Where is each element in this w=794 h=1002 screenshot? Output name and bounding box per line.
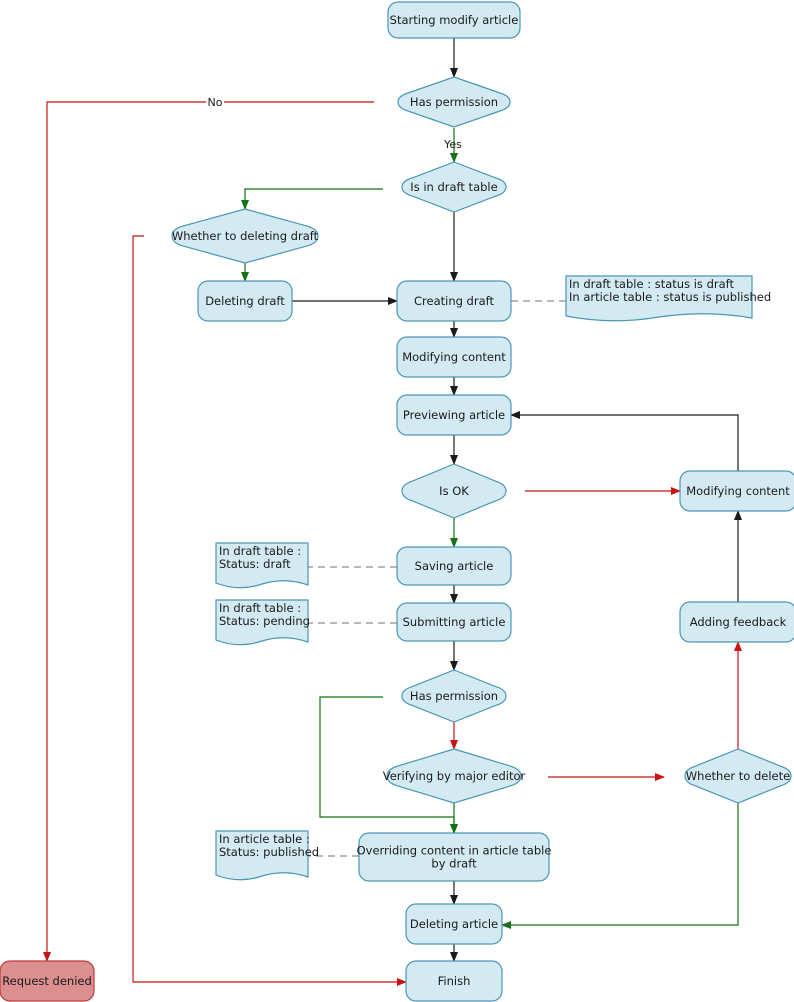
node-start[interactable]: Starting modify article	[387, 1, 521, 39]
node-preview[interactable]: Previewing article	[396, 394, 512, 436]
node-label: Modifying content	[402, 350, 506, 364]
node-label: In article table : status is published	[569, 290, 771, 304]
node-label: Starting modify article	[390, 13, 519, 27]
edge-modify2-to-preview	[510, 411, 739, 471]
edge-label-yes: Yes	[443, 138, 462, 151]
node-modify1[interactable]: Modifying content	[396, 336, 512, 378]
node-label: Status: pending	[219, 614, 310, 628]
node-label: by draft	[431, 857, 477, 871]
node-label: In draft table :	[219, 544, 301, 558]
node-label: Previewing article	[403, 408, 505, 422]
node-label: Whether to delete	[686, 769, 790, 783]
node-perm2[interactable]: Has permission	[401, 669, 507, 723]
node-label: Verifying by major editor	[383, 769, 526, 783]
node-indraft[interactable]: Is in draft table	[401, 161, 507, 213]
edge-indraft-to-whetherdel	[241, 188, 383, 210]
node-label: Overriding content in article table	[357, 844, 552, 858]
node-label: Is OK	[439, 484, 469, 498]
node-label: Request denied	[2, 974, 92, 988]
node-override[interactable]: Overriding content in article tableby dr…	[357, 832, 552, 882]
node-modify2[interactable]: Modifying content	[679, 470, 794, 512]
node-finish[interactable]: Finish	[405, 960, 503, 1002]
node-whetherdelete[interactable]: Whether to delete	[684, 748, 792, 804]
node-label: Whether to deleting draft	[172, 229, 319, 243]
flowchart: Starting modify article Has permission Is …	[0, 1, 794, 1002]
node-label: Status: draft	[219, 557, 291, 571]
node-save[interactable]: Saving article	[396, 546, 512, 586]
node-submit[interactable]: Submitting article	[396, 602, 512, 642]
node-isok[interactable]: Is OK	[401, 463, 507, 519]
node-label: Has permission	[410, 95, 498, 109]
node-whetherdel[interactable]: Whether to deleting draft	[171, 208, 319, 264]
node-feedback[interactable]: Adding feedback	[679, 601, 794, 643]
node-note2[interactable]: In draft table :Status: draft	[215, 542, 309, 589]
node-label: Deleting article	[410, 917, 498, 931]
node-perm1[interactable]: Has permission	[397, 76, 511, 128]
node-note3[interactable]: In draft table :Status: pending	[215, 599, 310, 646]
nodes-layer: Starting modify article Has permission Is …	[0, 1, 794, 1002]
node-label: In article table :	[219, 832, 310, 846]
node-verify[interactable]: Verifying by major editor	[383, 748, 526, 804]
node-label: Finish	[438, 974, 471, 988]
edge-label-no: No	[208, 96, 223, 109]
node-note4[interactable]: In article table :Status: published	[215, 830, 319, 881]
node-delarticle[interactable]: Deleting article	[405, 903, 503, 945]
node-label: Creating draft	[414, 294, 494, 308]
node-label: Submitting article	[403, 615, 506, 629]
node-label: Modifying content	[686, 484, 790, 498]
node-label: Is in draft table	[410, 180, 497, 194]
node-label: Status: published	[219, 845, 319, 859]
node-label: Adding feedback	[690, 615, 787, 629]
node-note1[interactable]: In draft table : status is draftIn artic…	[565, 275, 771, 322]
node-label: In draft table : status is draft	[569, 277, 734, 291]
node-createdraft[interactable]: Creating draft	[396, 280, 512, 322]
node-label: Saving article	[415, 559, 494, 573]
node-denied[interactable]: Request denied	[0, 960, 95, 1002]
node-label: Deleting draft	[205, 294, 285, 308]
node-label: Has permission	[410, 689, 498, 703]
node-deldraft[interactable]: Deleting draft	[197, 280, 293, 322]
node-label: In draft table :	[219, 601, 301, 615]
